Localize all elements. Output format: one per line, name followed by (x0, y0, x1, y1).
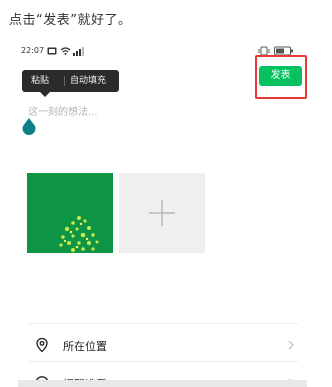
autofill-button[interactable]: 自动填充 (70, 70, 106, 92)
status-time: 22:07 (21, 46, 45, 55)
toolbar-separator (64, 76, 65, 86)
toolbar-pointer (40, 92, 50, 97)
publish-button[interactable]: 发表 (259, 66, 302, 86)
bottom-edge (18, 380, 307, 387)
add-photo-button[interactable] (119, 173, 205, 253)
photo-image (27, 173, 113, 253)
instruction-text: 点击“发表”就好了。 (9, 13, 132, 28)
location-row[interactable]: 所在位置 (28, 331, 298, 359)
text-selection-toolbar: 粘贴 自动填充 (22, 70, 119, 97)
signal-icon (73, 47, 84, 56)
location-pin-icon (36, 337, 48, 353)
paste-button[interactable]: 粘贴 (31, 70, 49, 92)
wifi-icon (60, 47, 71, 55)
notification-icon (47, 47, 57, 55)
text-cursor-handle-icon[interactable] (21, 117, 37, 135)
section-divider (28, 323, 298, 324)
phone-screen: 22:07 粘贴 自动填充 发表 这一刻的想法... 所在位置 (18, 41, 307, 387)
plus-icon (149, 200, 175, 226)
location-label: 所在位置 (63, 340, 107, 353)
post-text-input[interactable]: 这一刻的想法... (28, 103, 248, 119)
chevron-right-icon (288, 340, 294, 350)
photo-thumbnail[interactable] (27, 173, 113, 253)
row-divider (28, 361, 298, 362)
